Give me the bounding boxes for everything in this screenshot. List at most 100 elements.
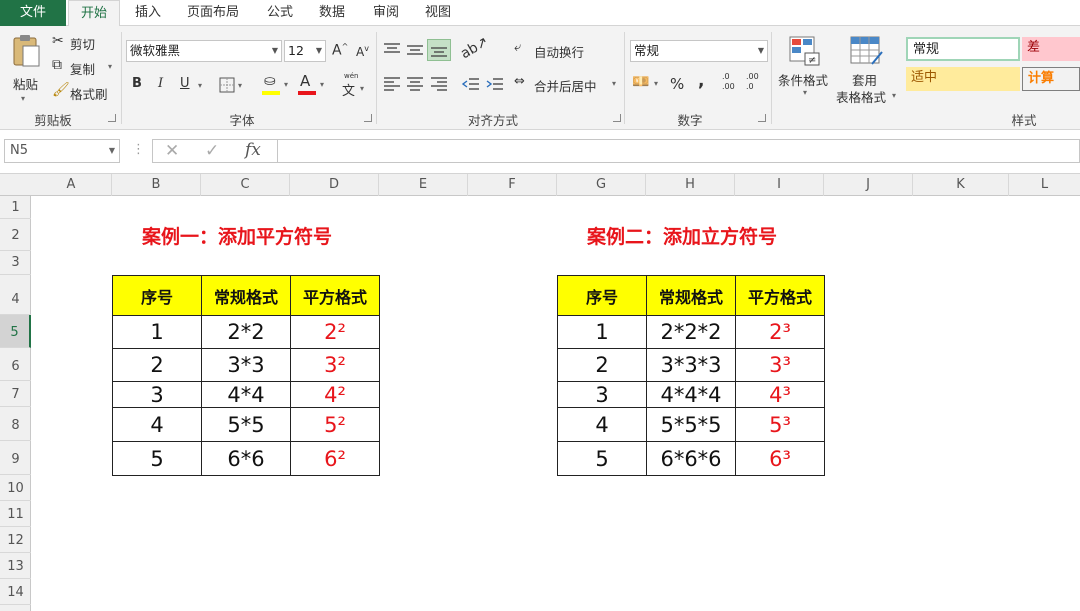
table-header-cell[interactable]: 平方格式 bbox=[735, 275, 825, 316]
index-cell[interactable]: 1 bbox=[557, 315, 647, 349]
row-header-6[interactable]: 6 bbox=[0, 348, 31, 381]
increase-indent-icon[interactable] bbox=[486, 76, 504, 92]
borders-button[interactable]: ▾ bbox=[219, 76, 249, 94]
index-cell[interactable]: 2 bbox=[557, 348, 647, 382]
alignment-launcher-icon[interactable] bbox=[613, 114, 621, 122]
square-format-cell[interactable]: 4² bbox=[290, 381, 380, 408]
cut-button[interactable]: ✂ 剪切 bbox=[52, 32, 112, 52]
tab-home[interactable]: 开始 bbox=[68, 0, 120, 27]
normal-format-cell[interactable]: 6*6 bbox=[201, 441, 291, 476]
index-cell[interactable]: 1 bbox=[112, 315, 202, 349]
check-icon[interactable]: ✓ bbox=[205, 141, 219, 161]
table-header-cell[interactable]: 常规格式 bbox=[201, 275, 291, 316]
tab-formulas[interactable]: 公式 bbox=[258, 0, 302, 26]
square-format-cell[interactable]: 5² bbox=[290, 407, 380, 442]
percent-button[interactable]: % bbox=[670, 75, 684, 93]
font-name-select[interactable]: 微软雅黑 ▼ bbox=[126, 40, 282, 62]
phonetic-button[interactable]: wén 文 ▾ bbox=[340, 72, 370, 99]
tab-file[interactable]: 文件 bbox=[0, 0, 66, 26]
font-size-select[interactable]: 12 ▼ bbox=[284, 40, 326, 62]
row-header-5[interactable]: 5 bbox=[0, 315, 31, 348]
column-header-a[interactable]: A bbox=[31, 174, 112, 196]
style-normal[interactable]: 常规 bbox=[906, 37, 1020, 61]
normal-format-cell[interactable]: 5*5 bbox=[201, 407, 291, 442]
formula-input[interactable] bbox=[278, 139, 1080, 163]
align-top-icon[interactable] bbox=[383, 42, 401, 58]
table-header-cell[interactable]: 平方格式 bbox=[290, 275, 380, 316]
grow-font-button[interactable]: A^ bbox=[332, 42, 348, 59]
index-cell[interactable]: 5 bbox=[112, 441, 202, 476]
name-box[interactable]: N5 ▼ bbox=[4, 139, 120, 163]
number-format-select[interactable]: 常规 ▼ bbox=[630, 40, 768, 62]
tab-review[interactable]: 审阅 bbox=[364, 0, 408, 26]
cancel-icon[interactable]: ✕ bbox=[165, 141, 179, 161]
tab-insert[interactable]: 插入 bbox=[126, 0, 170, 26]
row-header-11[interactable]: 11 bbox=[0, 501, 31, 527]
column-header-j[interactable]: J bbox=[824, 174, 913, 196]
row-header-12[interactable]: 12 bbox=[0, 527, 31, 553]
index-cell[interactable]: 3 bbox=[112, 381, 202, 408]
index-cell[interactable]: 4 bbox=[557, 407, 647, 442]
number-launcher-icon[interactable] bbox=[758, 114, 766, 122]
align-middle-icon[interactable] bbox=[406, 42, 424, 58]
cube-format-cell[interactable]: 2³ bbox=[735, 315, 825, 349]
index-cell[interactable]: 4 bbox=[112, 407, 202, 442]
style-calculation[interactable]: 计算 bbox=[1022, 67, 1080, 91]
align-right-icon[interactable] bbox=[430, 76, 448, 92]
square-format-cell[interactable]: 6² bbox=[290, 441, 380, 476]
shrink-font-button[interactable]: Av bbox=[356, 44, 369, 59]
row-header-14[interactable]: 14 bbox=[0, 579, 31, 605]
normal-format-cell[interactable]: 2*2 bbox=[201, 315, 291, 349]
style-neutral[interactable]: 适中 bbox=[906, 67, 1020, 91]
index-cell[interactable]: 2 bbox=[112, 348, 202, 382]
align-bottom-button[interactable] bbox=[427, 39, 451, 61]
table-header-cell[interactable]: 常规格式 bbox=[646, 275, 736, 316]
align-center-icon[interactable] bbox=[406, 76, 424, 92]
format-as-table-button[interactable]: 套用 表格格式 ▾ bbox=[836, 34, 902, 110]
tab-data[interactable]: 数据 bbox=[310, 0, 354, 26]
column-header-l[interactable]: L bbox=[1009, 174, 1080, 196]
copy-button[interactable]: ⧉ 复制 ▾ bbox=[52, 57, 118, 77]
font-color-button[interactable]: A ▾ bbox=[298, 72, 328, 98]
cube-format-cell[interactable]: 5³ bbox=[735, 407, 825, 442]
font-launcher-icon[interactable] bbox=[364, 114, 372, 122]
normal-format-cell[interactable]: 3*3 bbox=[201, 348, 291, 382]
insert-function-icon[interactable]: fx bbox=[245, 140, 261, 160]
cube-format-cell[interactable]: 3³ bbox=[735, 348, 825, 382]
column-header-f[interactable]: F bbox=[468, 174, 557, 196]
comma-button[interactable]: , bbox=[698, 71, 704, 91]
row-header-3[interactable]: 3 bbox=[0, 251, 31, 275]
normal-format-cell[interactable]: 5*5*5 bbox=[646, 407, 736, 442]
cube-format-cell[interactable]: 4³ bbox=[735, 381, 825, 408]
column-header-i[interactable]: I bbox=[735, 174, 824, 196]
column-header-k[interactable]: K bbox=[913, 174, 1009, 196]
conditional-formatting-button[interactable]: ≠ 条件格式 ▾ bbox=[776, 34, 834, 106]
decrease-decimal-button[interactable]: .00 .0 bbox=[746, 72, 768, 96]
tab-view[interactable]: 视图 bbox=[416, 0, 460, 26]
column-header-d[interactable]: D bbox=[290, 174, 379, 196]
increase-decimal-button[interactable]: .0 .00 bbox=[722, 72, 744, 96]
table-header-cell[interactable]: 序号 bbox=[557, 275, 647, 316]
normal-format-cell[interactable]: 6*6*6 bbox=[646, 441, 736, 476]
column-header-h[interactable]: H bbox=[646, 174, 735, 196]
square-format-cell[interactable]: 2² bbox=[290, 315, 380, 349]
table-header-cell[interactable]: 序号 bbox=[112, 275, 202, 316]
italic-button[interactable]: I bbox=[158, 76, 163, 91]
column-header-c[interactable]: C bbox=[201, 174, 290, 196]
row-header-8[interactable]: 8 bbox=[0, 407, 31, 441]
clipboard-launcher-icon[interactable] bbox=[108, 114, 116, 122]
index-cell[interactable]: 3 bbox=[557, 381, 647, 408]
style-bad[interactable]: 差 bbox=[1022, 37, 1080, 61]
accounting-format-button[interactable]: 💴 ▾ bbox=[632, 74, 662, 94]
row-header-2[interactable]: 2 bbox=[0, 219, 31, 251]
row-header-9[interactable]: 9 bbox=[0, 441, 31, 475]
normal-format-cell[interactable]: 2*2*2 bbox=[646, 315, 736, 349]
normal-format-cell[interactable]: 4*4*4 bbox=[646, 381, 736, 408]
normal-format-cell[interactable]: 4*4 bbox=[201, 381, 291, 408]
row-header-7[interactable]: 7 bbox=[0, 381, 31, 407]
more-options-icon[interactable]: ⋮ bbox=[132, 142, 145, 157]
row-header-1[interactable]: 1 bbox=[0, 196, 31, 219]
paste-button[interactable]: 粘贴 ▾ bbox=[6, 32, 46, 106]
merge-center-button[interactable]: ⇔ 合并后居中 ▾ bbox=[514, 74, 624, 94]
column-header-g[interactable]: G bbox=[557, 174, 646, 196]
